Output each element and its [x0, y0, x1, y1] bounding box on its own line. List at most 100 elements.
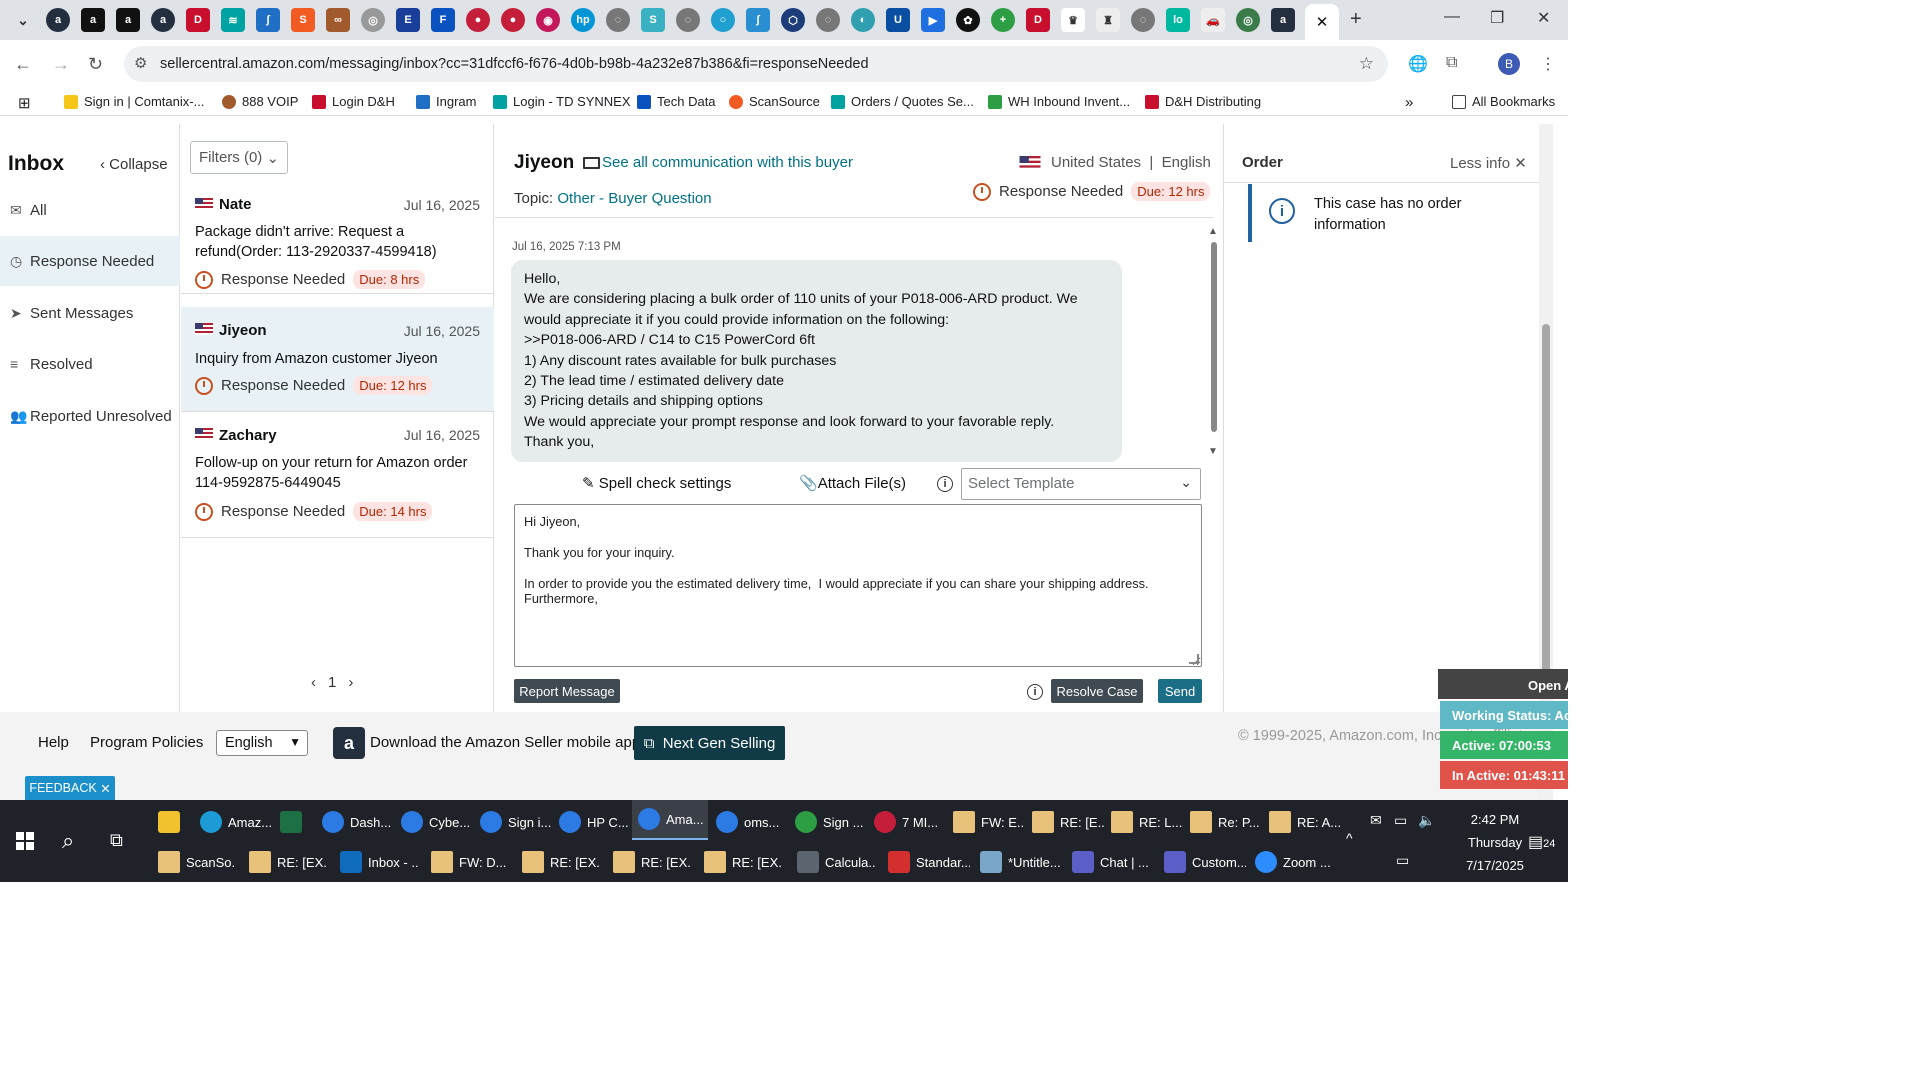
globe-tab-icon[interactable]: ◌	[816, 8, 840, 32]
browser-menu-icon[interactable]: ⋮	[1540, 54, 1556, 74]
resolve-case-button[interactable]: Resolve Case	[1051, 679, 1143, 703]
logi-tab-icon[interactable]: lo	[1166, 8, 1190, 32]
filters-dropdown[interactable]: Filters (0) ⌄	[190, 141, 288, 174]
red-tab-icon[interactable]: ●	[501, 8, 525, 32]
scroll-up-icon[interactable]: ▲	[1208, 226, 1218, 237]
back-icon[interactable]: ←	[14, 54, 32, 75]
chat-tab-icon[interactable]: ▶	[921, 8, 945, 32]
bookmark-star-icon[interactable]: ☆	[1359, 54, 1374, 74]
bookmark-ingram[interactable]: Ingram	[416, 94, 476, 109]
reply-textarea[interactable]: Hi Jiyeon, Thank you for your inquiry. I…	[514, 504, 1202, 667]
bookmarks-overflow-icon[interactable]: »	[1405, 94, 1413, 111]
navy-tab-icon[interactable]: ⬡	[781, 8, 805, 32]
excel-icon[interactable]	[280, 802, 308, 842]
cyan-tab-icon[interactable]: ○	[711, 8, 735, 32]
message-scrollbar[interactable]	[1211, 242, 1217, 432]
pink-tab-icon[interactable]: ◉	[536, 8, 560, 32]
next-page-icon[interactable]: ›	[348, 674, 353, 691]
amazon-tab-icon[interactable]: a	[151, 8, 175, 32]
sidebar-item-all[interactable]: ✉ All	[0, 185, 180, 235]
collapse-button[interactable]: ‹ Collapse	[100, 156, 168, 173]
taskbar-app[interactable]: RE: L...	[1111, 802, 1183, 842]
taskbar-app[interactable]: FW: D...	[431, 842, 509, 882]
red-tab-icon[interactable]: ●	[466, 8, 490, 32]
help-link[interactable]: Help	[38, 734, 69, 751]
ingram-tab-icon[interactable]: ʃ	[256, 8, 280, 32]
bookmark-tech-data[interactable]: Tech Data	[637, 94, 716, 109]
thread-item-nate[interactable]: Nate Jul 16, 2025 Package didn't arrive:…	[181, 184, 494, 294]
task-view-icon[interactable]: ⧉	[110, 830, 123, 851]
globe-tab-icon[interactable]: ◌	[606, 8, 630, 32]
taskbar-app[interactable]: HP C...	[559, 802, 631, 842]
info-icon[interactable]: i	[1027, 684, 1043, 700]
tab-list-chevron-icon[interactable]: ⌄	[11, 8, 35, 32]
taskbar-app[interactable]: Standar...	[888, 842, 970, 882]
bookmark-comtanix[interactable]: Sign in | Comtanix-...	[64, 94, 204, 109]
display-icon[interactable]: ▭	[1396, 852, 1409, 869]
notification-center-icon[interactable]: ▤24	[1528, 832, 1555, 852]
volume-icon[interactable]: 🔈	[1418, 812, 1435, 829]
mail-tray-icon[interactable]: ✉	[1370, 812, 1382, 829]
taskbar-app[interactable]: Cybe...	[401, 802, 473, 842]
url-text[interactable]: sellercentral.amazon.com/messaging/inbox…	[160, 56, 869, 72]
green-plus-tab-icon[interactable]: +	[991, 8, 1015, 32]
restore-icon[interactable]: ❐	[1490, 8, 1504, 28]
voip-tab-icon[interactable]: ∞	[326, 8, 350, 32]
taskbar-app[interactable]: Zoom ...	[1255, 842, 1335, 882]
bookmark-wh-inbound[interactable]: WH Inbound Invent...	[988, 94, 1130, 109]
globe-tab-icon[interactable]: ◌	[1131, 8, 1155, 32]
language-select[interactable]: English ▼	[216, 730, 308, 756]
forward-icon[interactable]: →	[52, 54, 70, 75]
page-number[interactable]: 1	[328, 674, 336, 691]
apps-grid-icon[interactable]: ⊞	[18, 94, 31, 112]
crown-tab-icon[interactable]: ♜	[1096, 8, 1120, 32]
dh-tab-icon[interactable]: D	[186, 8, 210, 32]
next-gen-selling-button[interactable]: ⧉ Next Gen Selling	[634, 726, 785, 760]
taskbar-app[interactable]: RE: A...	[1269, 802, 1341, 842]
translate-icon[interactable]: 🌐	[1408, 54, 1428, 74]
taskbar-app[interactable]: Amaz...	[200, 802, 272, 842]
bookmark-login-dh[interactable]: Login D&H	[312, 94, 395, 109]
bookmark-orders-quotes[interactable]: Orders / Quotes Se...	[831, 94, 974, 109]
taskbar-app[interactable]: RE: [EX...	[613, 842, 691, 882]
taskbar-app[interactable]: Sign ...	[795, 802, 867, 842]
less-info-button[interactable]: Less info ✕	[1450, 154, 1527, 172]
new-tab-button[interactable]: +	[1350, 8, 1362, 31]
thread-item-zachary[interactable]: Zachary Jul 16, 2025 Follow-up on your r…	[181, 413, 494, 538]
bookmark-td-synnex[interactable]: Login - TD SYNNEX	[493, 94, 631, 109]
amazon-tab-icon[interactable]: a	[81, 8, 105, 32]
settings-tab-icon[interactable]: ◎	[361, 8, 385, 32]
url-field[interactable]: ⚙ sellercentral.amazon.com/messaging/inb…	[124, 46, 1388, 82]
prev-page-icon[interactable]: ‹	[311, 674, 316, 691]
techdata-tab-icon[interactable]: F	[431, 8, 455, 32]
taskbar-app[interactable]: Sign i...	[480, 802, 552, 842]
sidebar-item-response-needed[interactable]: ◷ Response Needed	[0, 236, 180, 286]
taskbar-app[interactable]: 7 MI...	[874, 802, 946, 842]
amazon-tab-icon[interactable]: a	[1271, 8, 1295, 32]
template-select[interactable]: Select Template ⌄	[961, 468, 1201, 500]
system-clock[interactable]: 2:42 PM Thursday 7/17/2025	[1455, 808, 1535, 877]
green-tab-icon[interactable]: ◎	[1236, 8, 1260, 32]
crown-tab-icon[interactable]: ♛	[1061, 8, 1085, 32]
openai-tab-icon[interactable]: ✿	[956, 8, 980, 32]
attach-files-button[interactable]: 📎Attach File(s)	[799, 474, 906, 492]
download-app-link[interactable]: Download the Amazon Seller mobile app	[370, 734, 640, 751]
send-button[interactable]: Send	[1158, 679, 1202, 703]
profile-avatar[interactable]: B	[1498, 53, 1520, 75]
see-all-communication-link[interactable]: See all communication with this buyer	[583, 154, 853, 171]
file-explorer-icon[interactable]	[158, 802, 186, 842]
taskbar-app[interactable]: FW: E...	[953, 802, 1025, 842]
page-scrollbar-thumb[interactable]	[1542, 324, 1550, 674]
teal-tab-icon[interactable]: ◐	[851, 8, 875, 32]
amazon-app-icon[interactable]: a	[333, 727, 365, 759]
sidebar-item-resolved[interactable]: ≡ Resolved	[0, 339, 180, 389]
taskbar-app[interactable]: Custom...	[1164, 842, 1246, 882]
resize-grip-icon[interactable]	[1189, 654, 1199, 664]
blue-tab-icon[interactable]: ʃ	[746, 8, 770, 32]
taskbar-app[interactable]: RE: [EX...	[522, 842, 600, 882]
etn-tab-icon[interactable]: E	[396, 8, 420, 32]
all-bookmarks[interactable]: All Bookmarks	[1452, 94, 1555, 109]
sidebar-item-sent-messages[interactable]: ➤ Sent Messages	[0, 288, 180, 338]
taskbar-app[interactable]: ScanSo...	[158, 842, 236, 882]
taskbar-app[interactable]: Dash...	[322, 802, 394, 842]
